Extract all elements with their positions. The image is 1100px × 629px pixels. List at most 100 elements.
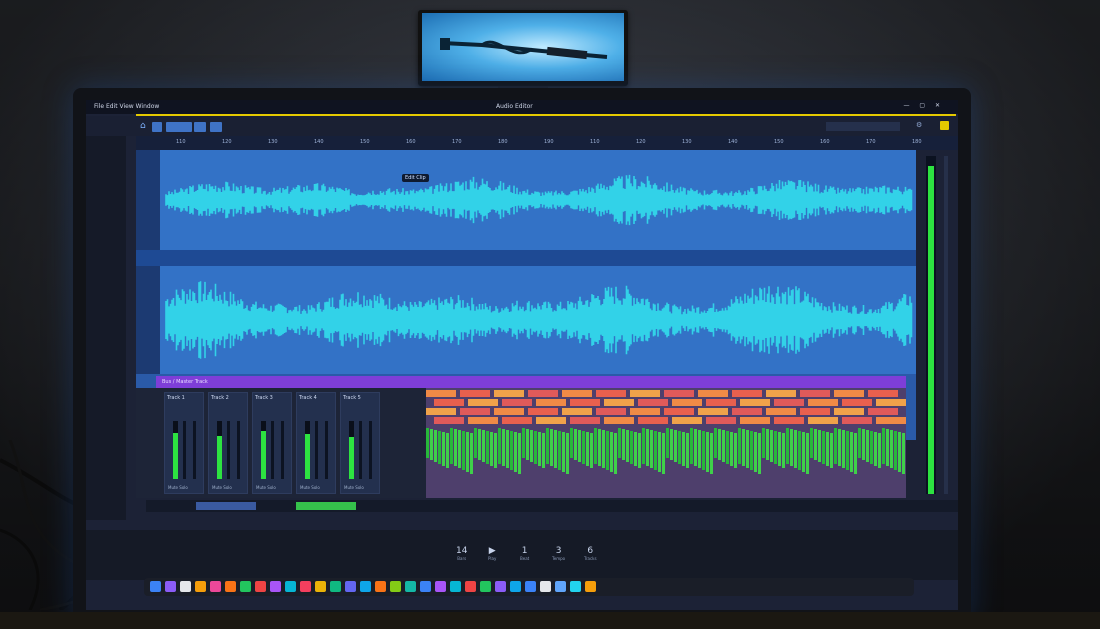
dock-app-icon[interactable] bbox=[195, 581, 206, 592]
piano-note[interactable] bbox=[732, 390, 762, 397]
dock-app-icon[interactable] bbox=[330, 581, 341, 592]
piano-note[interactable] bbox=[468, 417, 498, 424]
mixer-strip-footer[interactable]: Mute Solo bbox=[212, 485, 232, 490]
dock-app-icon[interactable] bbox=[525, 581, 536, 592]
bus-track[interactable]: Bus / Master Track bbox=[156, 376, 906, 388]
piano-note[interactable] bbox=[842, 399, 872, 406]
dock-app-icon[interactable] bbox=[405, 581, 416, 592]
clip-label[interactable]: Edit Clip bbox=[402, 174, 429, 182]
dock-app-icon[interactable] bbox=[150, 581, 161, 592]
piano-note[interactable] bbox=[528, 390, 558, 397]
piano-note[interactable] bbox=[570, 399, 600, 406]
piano-note[interactable] bbox=[502, 399, 532, 406]
transport-item[interactable]: ▶ Play bbox=[488, 546, 496, 561]
piano-note[interactable] bbox=[426, 408, 456, 415]
dock-app-icon[interactable] bbox=[375, 581, 386, 592]
piano-note[interactable] bbox=[868, 390, 898, 397]
transport-item[interactable]: 6 Tracks bbox=[584, 546, 597, 561]
piano-note[interactable] bbox=[766, 408, 796, 415]
status-segment-2[interactable] bbox=[296, 502, 356, 510]
dock-app-icon[interactable] bbox=[225, 581, 236, 592]
piano-note[interactable] bbox=[536, 399, 566, 406]
piano-note[interactable] bbox=[698, 390, 728, 397]
piano-note[interactable] bbox=[808, 417, 838, 424]
piano-note[interactable] bbox=[732, 408, 762, 415]
piano-note[interactable] bbox=[698, 408, 728, 415]
dock-app-icon[interactable] bbox=[570, 581, 581, 592]
piano-note[interactable] bbox=[868, 408, 898, 415]
dock-app-icon[interactable] bbox=[420, 581, 431, 592]
piano-note[interactable] bbox=[562, 408, 592, 415]
piano-note[interactable] bbox=[604, 417, 634, 424]
dock-app-icon[interactable] bbox=[300, 581, 311, 592]
dock-app-icon[interactable] bbox=[210, 581, 221, 592]
piano-note[interactable] bbox=[766, 390, 796, 397]
piano-note[interactable] bbox=[834, 390, 864, 397]
transport-item[interactable]: 14 Bars bbox=[456, 546, 467, 561]
dock-app-icon[interactable] bbox=[315, 581, 326, 592]
mixer-strip[interactable]: Track 1 Mute Solo bbox=[164, 392, 204, 494]
piano-note[interactable] bbox=[834, 408, 864, 415]
settings-icon[interactable]: ⚙ bbox=[916, 121, 922, 129]
mixer-strip[interactable]: Track 5 Mute Solo bbox=[340, 392, 380, 494]
toolbar-button-4[interactable] bbox=[210, 122, 222, 132]
piano-note[interactable] bbox=[460, 390, 490, 397]
piano-note[interactable] bbox=[664, 390, 694, 397]
mixer-strip[interactable]: Track 4 Mute Solo bbox=[296, 392, 336, 494]
dock-app-icon[interactable] bbox=[585, 581, 596, 592]
dock-app-icon[interactable] bbox=[555, 581, 566, 592]
piano-note[interactable] bbox=[774, 417, 804, 424]
timeline-ruler[interactable]: 110 120 130 140 150 160 170 180 190 110 120 130 140 1… bbox=[136, 136, 958, 150]
dock-app-icon[interactable] bbox=[465, 581, 476, 592]
piano-note[interactable] bbox=[434, 399, 464, 406]
piano-note[interactable] bbox=[672, 399, 702, 406]
toolbar-button-1[interactable] bbox=[152, 122, 162, 132]
piano-note[interactable] bbox=[528, 408, 558, 415]
piano-note[interactable] bbox=[800, 390, 830, 397]
piano-note[interactable] bbox=[502, 417, 532, 424]
piano-note[interactable] bbox=[562, 390, 592, 397]
fader[interactable] bbox=[193, 421, 196, 479]
transport-item[interactable]: 1 Beat bbox=[520, 546, 529, 561]
menu-bar[interactable]: File Edit View Window bbox=[94, 103, 159, 110]
alert-icon[interactable] bbox=[940, 121, 949, 130]
audio-track-1[interactable] bbox=[136, 150, 916, 250]
piano-note[interactable] bbox=[800, 408, 830, 415]
fader[interactable] bbox=[281, 421, 284, 479]
dock-app-icon[interactable] bbox=[360, 581, 371, 592]
piano-note[interactable] bbox=[664, 408, 694, 415]
piano-note[interactable] bbox=[842, 417, 872, 424]
piano-note[interactable] bbox=[494, 390, 524, 397]
piano-note[interactable] bbox=[468, 399, 498, 406]
mixer-strip-footer[interactable]: Mute Solo bbox=[344, 485, 364, 490]
fader[interactable] bbox=[183, 421, 186, 479]
piano-note[interactable] bbox=[494, 408, 524, 415]
piano-note[interactable] bbox=[706, 399, 736, 406]
audio-track-2[interactable] bbox=[136, 266, 916, 374]
dock-app-icon[interactable] bbox=[270, 581, 281, 592]
status-segment-1[interactable] bbox=[196, 502, 256, 510]
dock-app-icon[interactable] bbox=[180, 581, 191, 592]
piano-note[interactable] bbox=[638, 399, 668, 406]
dock-app-icon[interactable] bbox=[285, 581, 296, 592]
dock-app-icon[interactable] bbox=[510, 581, 521, 592]
dock-app-icon[interactable] bbox=[540, 581, 551, 592]
search-field[interactable] bbox=[826, 122, 900, 131]
dock-app-icon[interactable] bbox=[390, 581, 401, 592]
piano-roll[interactable] bbox=[426, 388, 906, 498]
fader[interactable] bbox=[227, 421, 230, 479]
piano-note[interactable] bbox=[596, 390, 626, 397]
toolbar-button-3[interactable] bbox=[194, 122, 206, 132]
piano-note[interactable] bbox=[876, 417, 906, 424]
piano-note[interactable] bbox=[630, 390, 660, 397]
fader[interactable] bbox=[237, 421, 240, 479]
scroll-bar[interactable] bbox=[944, 156, 948, 494]
piano-note[interactable] bbox=[706, 417, 736, 424]
fader[interactable] bbox=[271, 421, 274, 479]
fader[interactable] bbox=[325, 421, 328, 479]
dock-app-icon[interactable] bbox=[165, 581, 176, 592]
dock-app-icon[interactable] bbox=[240, 581, 251, 592]
piano-note[interactable] bbox=[604, 399, 634, 406]
piano-note[interactable] bbox=[638, 417, 668, 424]
dock-app-icon[interactable] bbox=[450, 581, 461, 592]
